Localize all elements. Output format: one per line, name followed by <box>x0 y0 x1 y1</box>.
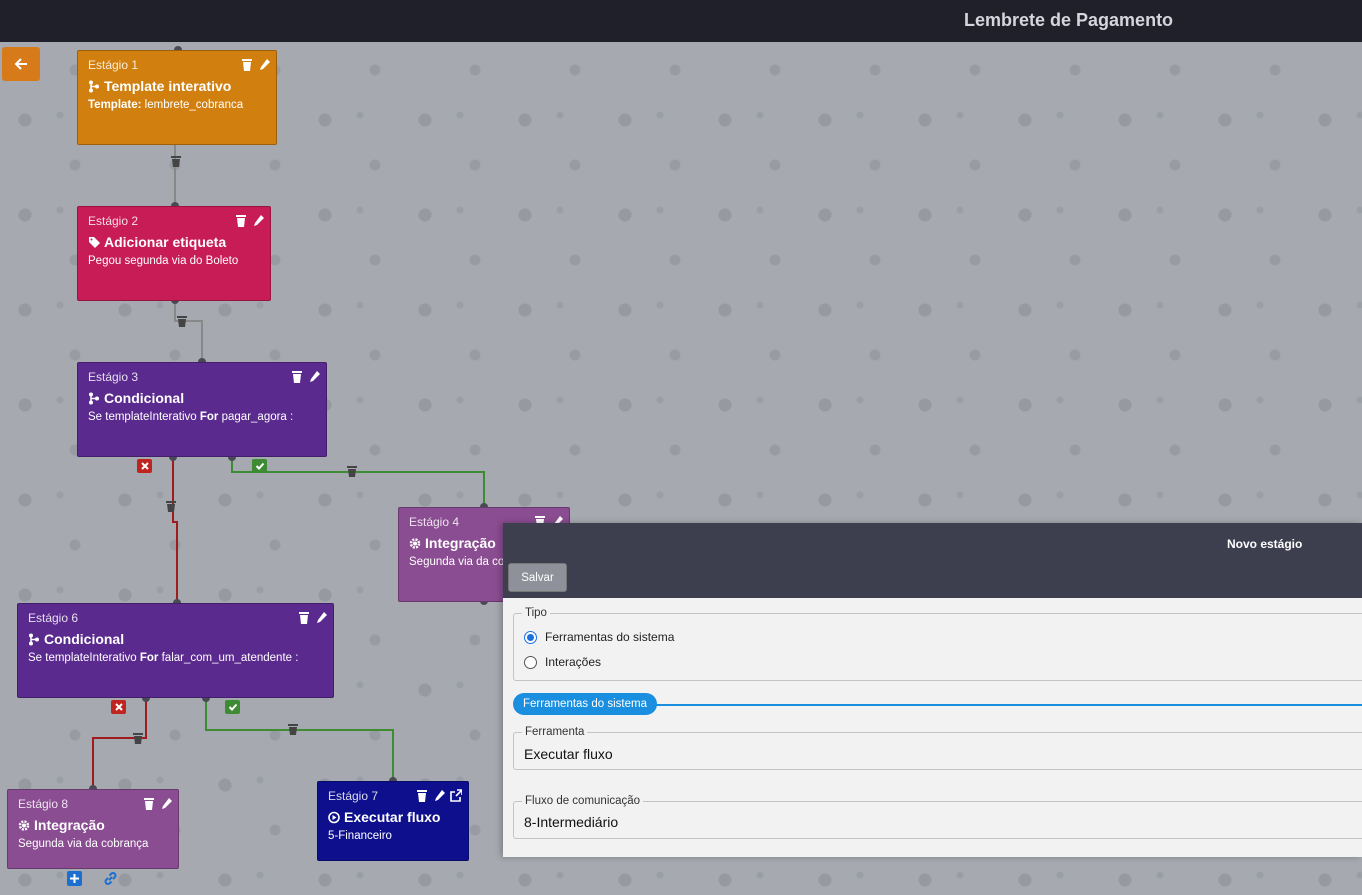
stage-node-2[interactable]: Estágio 2 Adicionar etiqueta Pegou segun… <box>77 206 271 301</box>
trash-icon[interactable] <box>143 797 155 810</box>
trash-icon[interactable] <box>241 58 253 71</box>
stage-description: Se templateInterativo For pagar_agora : <box>88 411 294 423</box>
no-branch-icon <box>111 700 126 714</box>
stage-node-8[interactable]: Estágio 8 Integração Segunda via da cobr… <box>7 789 179 869</box>
stage-type: Executar fluxo <box>328 809 458 825</box>
trash-icon[interactable] <box>165 500 177 512</box>
edge-stage3-no-to-stage6 <box>172 457 178 603</box>
canvas-toolbar <box>67 871 118 886</box>
link-icon[interactable] <box>103 871 118 886</box>
trash-icon[interactable] <box>346 465 358 477</box>
external-link-icon[interactable] <box>450 789 462 802</box>
add-square-icon[interactable] <box>67 871 82 886</box>
trash-icon[interactable] <box>291 370 303 383</box>
arrow-left-icon <box>14 58 27 70</box>
stage-node-3[interactable]: Estágio 3 Condicional Se templateInterat… <box>77 362 327 457</box>
back-button[interactable] <box>2 47 40 81</box>
stage-label: Estágio 6 <box>28 611 79 625</box>
panel-header: Novo estágio Salvar <box>503 523 1362 598</box>
trash-icon[interactable] <box>416 789 428 802</box>
stage-description: Se templateInterativo For falar_com_um_a… <box>28 652 299 664</box>
tool-value: Executar fluxo <box>524 746 613 762</box>
yes-branch-icon <box>252 459 267 473</box>
yes-branch-icon <box>225 700 240 714</box>
tipo-legend: Tipo <box>522 607 550 619</box>
stage-description: Segunda via da cobrança <box>18 838 149 850</box>
stage-node-1[interactable]: Estágio 1 Template interativo Template: … <box>77 50 277 145</box>
stage-label: Estágio 1 <box>88 58 139 72</box>
edge-stage2-to-stage3 <box>174 300 203 362</box>
option-ferramentas[interactable]: Ferramentas do sistema <box>524 630 674 644</box>
radio-unselected[interactable] <box>524 655 537 669</box>
stage-type: Adicionar etiqueta <box>88 234 260 250</box>
stage-type: Template interativo <box>88 78 266 94</box>
option-interacoes[interactable]: Interações <box>524 655 601 669</box>
no-branch-icon <box>137 459 152 473</box>
flow-select[interactable]: Fluxo de comunicação 8-Intermediário <box>513 795 1362 839</box>
pencil-icon[interactable] <box>252 214 264 227</box>
flow-legend: Fluxo de comunicação <box>522 795 644 807</box>
tool-legend: Ferramenta <box>522 726 588 738</box>
trash-icon[interactable] <box>298 611 310 624</box>
radio-selected[interactable] <box>524 630 537 644</box>
gear-icon <box>18 819 30 831</box>
trash-icon[interactable] <box>176 315 188 327</box>
pencil-icon[interactable] <box>258 58 270 71</box>
pencil-icon[interactable] <box>160 797 172 810</box>
flow-value: 8-Intermediário <box>524 814 619 830</box>
play-circle-icon <box>328 811 340 823</box>
stage-description: Template: lembrete_cobranca <box>88 99 244 111</box>
new-stage-panel: Novo estágio Salvar Tipo Ferramentas do … <box>503 523 1362 857</box>
stage-label: Estágio 3 <box>88 370 139 384</box>
pencil-icon[interactable] <box>308 370 320 383</box>
branch-icon <box>29 633 39 645</box>
trash-icon[interactable] <box>235 214 247 227</box>
branch-icon <box>89 80 99 92</box>
trash-icon[interactable] <box>287 723 299 735</box>
gear-icon <box>409 537 421 549</box>
trash-icon[interactable] <box>132 732 144 744</box>
section-divider <box>653 704 1362 706</box>
stage-description: Pegou segunda via do Boleto <box>88 255 239 267</box>
tag-icon <box>89 236 100 248</box>
section-label: Ferramentas do sistema <box>513 693 657 715</box>
tool-select[interactable]: Ferramenta Executar fluxo <box>513 726 1362 770</box>
stage-node-6[interactable]: Estágio 6 Condicional Se templateInterat… <box>17 603 334 698</box>
stage-type: Integração <box>18 817 168 833</box>
stage-description: 5-Financeiro <box>328 830 392 842</box>
panel-title: Novo estágio <box>1227 537 1303 551</box>
pencil-icon[interactable] <box>315 611 327 624</box>
save-button[interactable]: Salvar <box>508 563 567 592</box>
stage-node-7[interactable]: Estágio 7 Executar fluxo 5-Financeiro <box>317 781 469 861</box>
pencil-icon[interactable] <box>433 789 445 802</box>
stage-type: Condicional <box>28 631 323 647</box>
edge-stage3-yes-to-stage4 <box>231 457 485 507</box>
stage-type: Condicional <box>88 390 316 406</box>
tipo-fieldset: Tipo Ferramentas do sistema Interações <box>513 607 1362 681</box>
branch-icon <box>89 392 99 404</box>
trash-icon[interactable] <box>170 155 182 167</box>
